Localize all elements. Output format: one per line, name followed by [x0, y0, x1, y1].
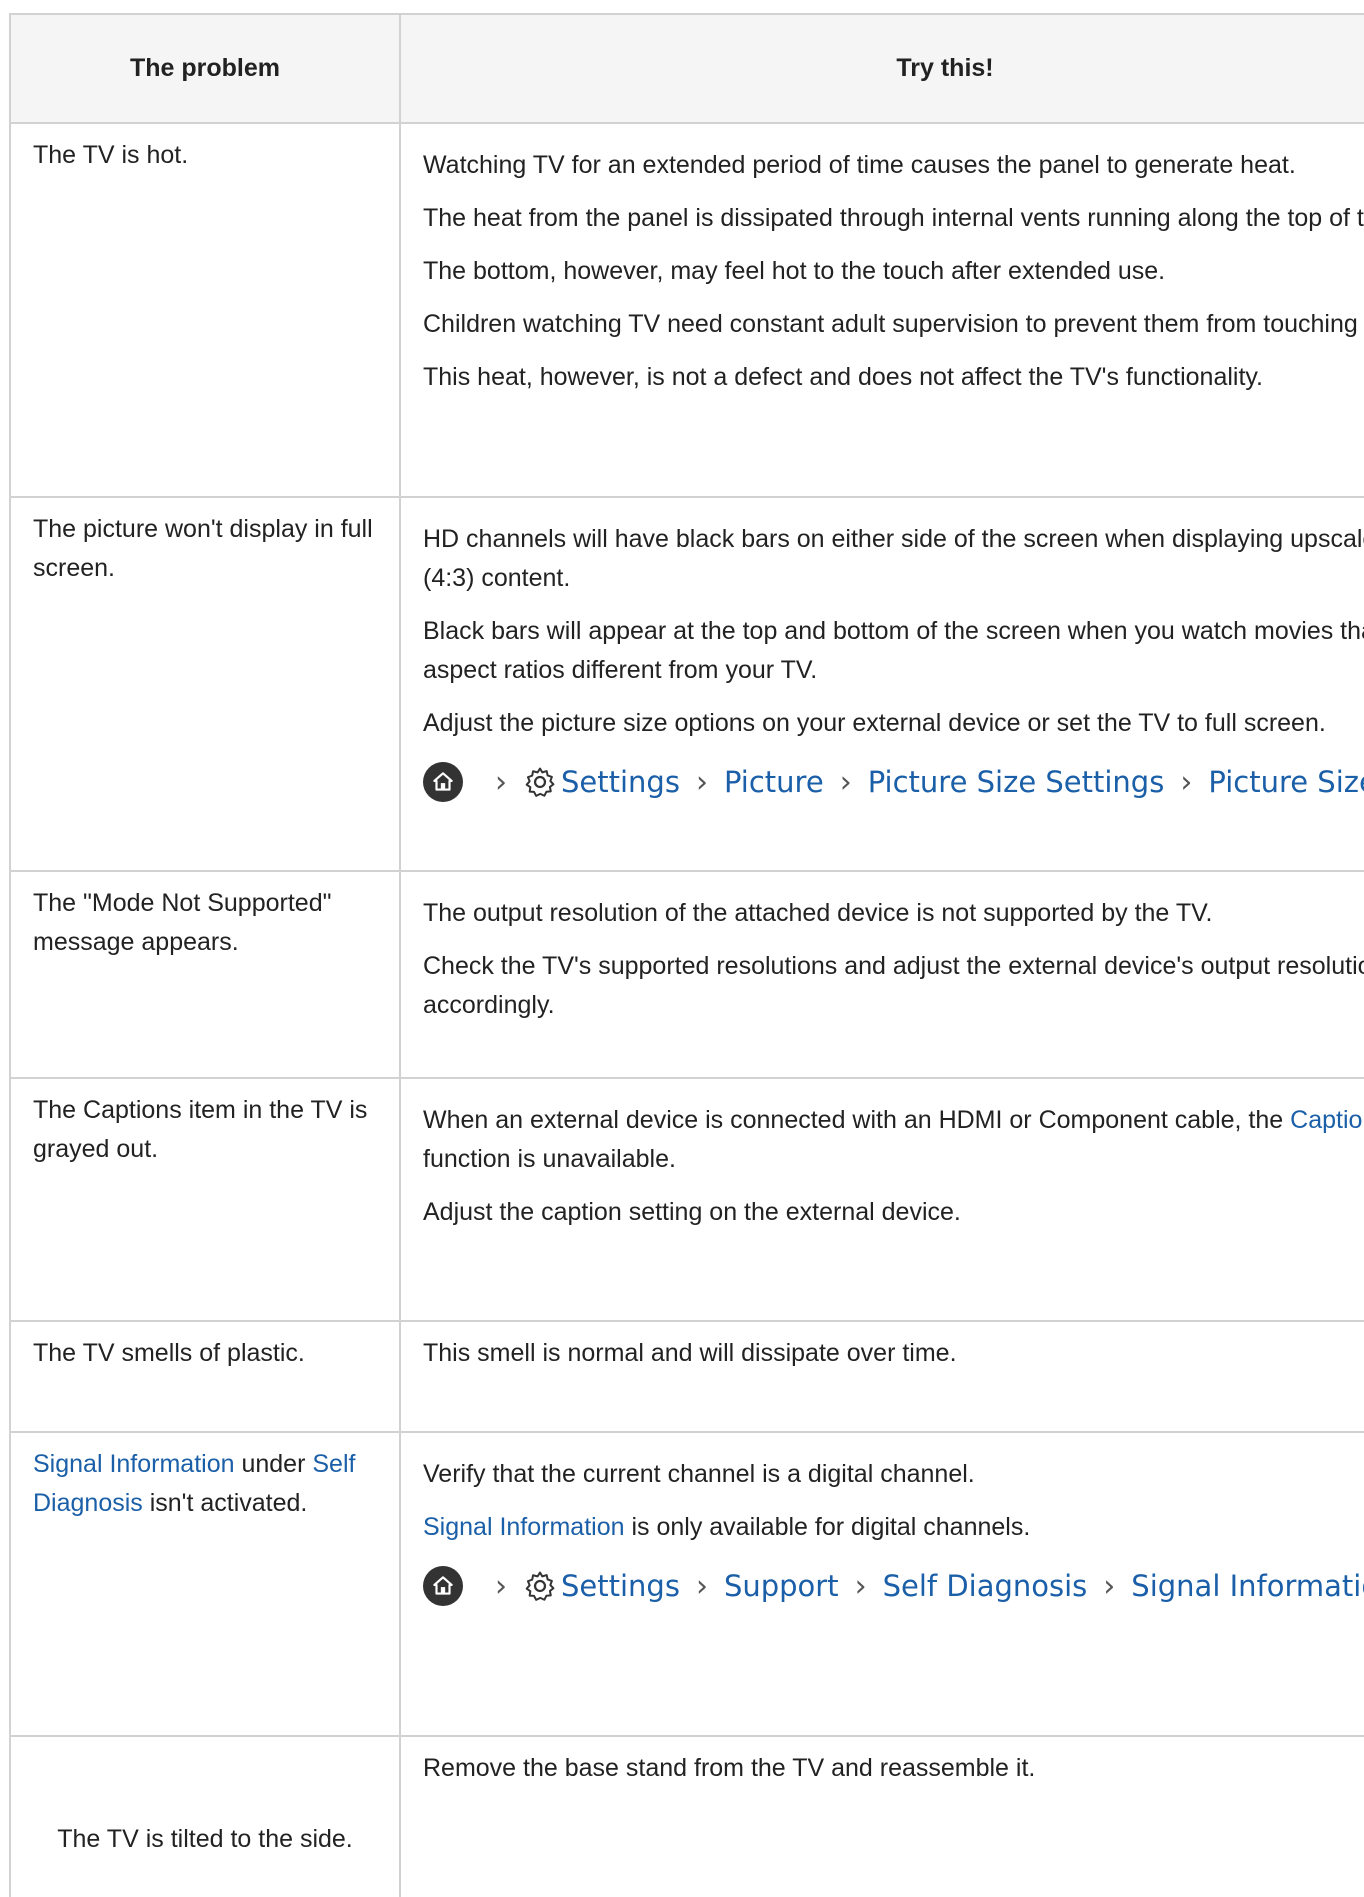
problem-text: The picture won't display in full screen…: [33, 515, 373, 582]
chevron-right-icon: ›: [695, 1568, 708, 1604]
solution-cell: HD channels will have black bars on eith…: [399, 496, 1364, 872]
problem-cell: The picture won't display in full screen…: [9, 496, 401, 872]
path-support: Support: [723, 1568, 839, 1603]
table-header-row: The problem Try this!: [9, 13, 1364, 124]
gear-icon: [523, 765, 557, 799]
chevron-right-icon: ›: [854, 1568, 867, 1604]
solution-text: Check the TV's supported resolutions and…: [423, 952, 1364, 1019]
gear-icon: [523, 1569, 557, 1603]
signal-information-link[interactable]: Signal Information: [423, 1513, 625, 1541]
problem-cell: The TV smells of plastic.: [9, 1320, 401, 1433]
problem-cell: The TV is hot.: [9, 122, 401, 498]
solution-text: HD channels will have black bars on eith…: [423, 525, 1364, 592]
solution-cell: Watching TV for an extended period of ti…: [399, 122, 1364, 498]
problem-text: Signal Information under Self Diagnosis …: [33, 1445, 377, 1523]
solution-text: The output resolution of the attached de…: [423, 899, 1213, 927]
solution-text: Signal Information is only available for…: [423, 1508, 1364, 1547]
table-row: The "Mode Not Supported" message appears…: [9, 870, 1364, 1079]
home-icon: [423, 1566, 463, 1606]
troubleshooting-page: The problem Try this! The TV is hot. Wat…: [0, 0, 1364, 1897]
caption-link[interactable]: Caption: [1290, 1106, 1364, 1134]
header-try-this: Try this!: [399, 13, 1364, 124]
solution-cell: Remove the base stand from the TV and re…: [399, 1735, 1364, 1897]
solution-text: Remove the base stand from the TV and re…: [423, 1754, 1036, 1782]
troubleshooting-table: The problem Try this! The TV is hot. Wat…: [9, 13, 1364, 1897]
problem-cell: Signal Information under Self Diagnosis …: [9, 1431, 401, 1737]
home-icon: [423, 762, 463, 802]
chevron-right-icon: ›: [1180, 764, 1193, 800]
solution-text: This heat, however, is not a defect and …: [423, 363, 1264, 391]
solution-cell: The output resolution of the attached de…: [399, 870, 1364, 1079]
solution-text: When an external device is connected wit…: [423, 1101, 1364, 1179]
signal-information-link[interactable]: Signal Information: [33, 1450, 235, 1478]
solution-cell: When an external device is connected wit…: [399, 1077, 1364, 1322]
solution-text: Adjust the caption setting on the extern…: [423, 1198, 961, 1226]
problem-text: The TV is tilted to the side.: [57, 1824, 353, 1853]
chevron-right-icon: ›: [1103, 1568, 1116, 1604]
solution-text-part: When an external device is connected wit…: [423, 1106, 1291, 1134]
problem-text: The TV smells of plastic.: [33, 1339, 305, 1367]
problem-text: The TV is hot.: [33, 141, 189, 169]
solution-text-part: is only available for digital channels.: [624, 1513, 1031, 1541]
path-settings: Settings: [561, 764, 680, 799]
chevron-right-icon: ›: [839, 764, 852, 800]
solution-text-part: function is unavailable.: [423, 1145, 676, 1173]
path-settings: Settings: [561, 1568, 680, 1603]
chevron-right-icon: ›: [695, 764, 708, 800]
solution-text: Verify that the current channel is a dig…: [423, 1460, 975, 1488]
problem-cell: The "Mode Not Supported" message appears…: [9, 870, 401, 1079]
table-row: The TV is tilted to the side. Remove the…: [9, 1735, 1364, 1897]
problem-text: The Captions item in the TV is grayed ou…: [33, 1096, 368, 1163]
solution-text: Adjust the picture size options on your …: [423, 709, 1326, 737]
solution-text: This smell is normal and will dissipate …: [423, 1339, 957, 1367]
path-self-diagnosis: Self Diagnosis: [882, 1568, 1088, 1603]
solution-text: The heat from the panel is dissipated th…: [423, 204, 1364, 232]
table-row: The picture won't display in full screen…: [9, 496, 1364, 872]
table-row: Signal Information under Self Diagnosis …: [9, 1431, 1364, 1737]
problem-text-part: isn't activated.: [142, 1489, 308, 1517]
header-problem: The problem: [9, 13, 401, 124]
table-row: The TV is hot. Watching TV for an extend…: [9, 122, 1364, 498]
menu-path: › Settings › Picture › Picture Size Sett…: [423, 757, 1364, 807]
solution-text: Children watching TV need constant adult…: [423, 310, 1364, 338]
solution-cell: Verify that the current channel is a dig…: [399, 1431, 1364, 1737]
path-picture-size: Picture Size: [1208, 764, 1364, 799]
chevron-right-icon: ›: [495, 764, 507, 800]
path-signal-information: Signal Information: [1131, 1568, 1364, 1603]
menu-path: › Settings › Support › Self Diagnosis › …: [423, 1561, 1364, 1611]
solution-text: Watching TV for an extended period of ti…: [423, 151, 1296, 179]
problem-text: The "Mode Not Supported" message appears…: [33, 889, 332, 956]
problem-cell: The TV is tilted to the side.: [9, 1735, 401, 1897]
path-picture-size-settings: Picture Size Settings: [867, 764, 1165, 799]
solution-text: Black bars will appear at the top and bo…: [423, 617, 1364, 684]
solution-text: The bottom, however, may feel hot to the…: [423, 257, 1166, 285]
table-row: The TV smells of plastic. This smell is …: [9, 1320, 1364, 1433]
problem-text-part: under: [234, 1450, 313, 1478]
path-picture: Picture: [723, 764, 824, 799]
table-row: The Captions item in the TV is grayed ou…: [9, 1077, 1364, 1322]
solution-cell: This smell is normal and will dissipate …: [399, 1320, 1364, 1433]
chevron-right-icon: ›: [495, 1568, 507, 1604]
problem-cell: The Captions item in the TV is grayed ou…: [9, 1077, 401, 1322]
